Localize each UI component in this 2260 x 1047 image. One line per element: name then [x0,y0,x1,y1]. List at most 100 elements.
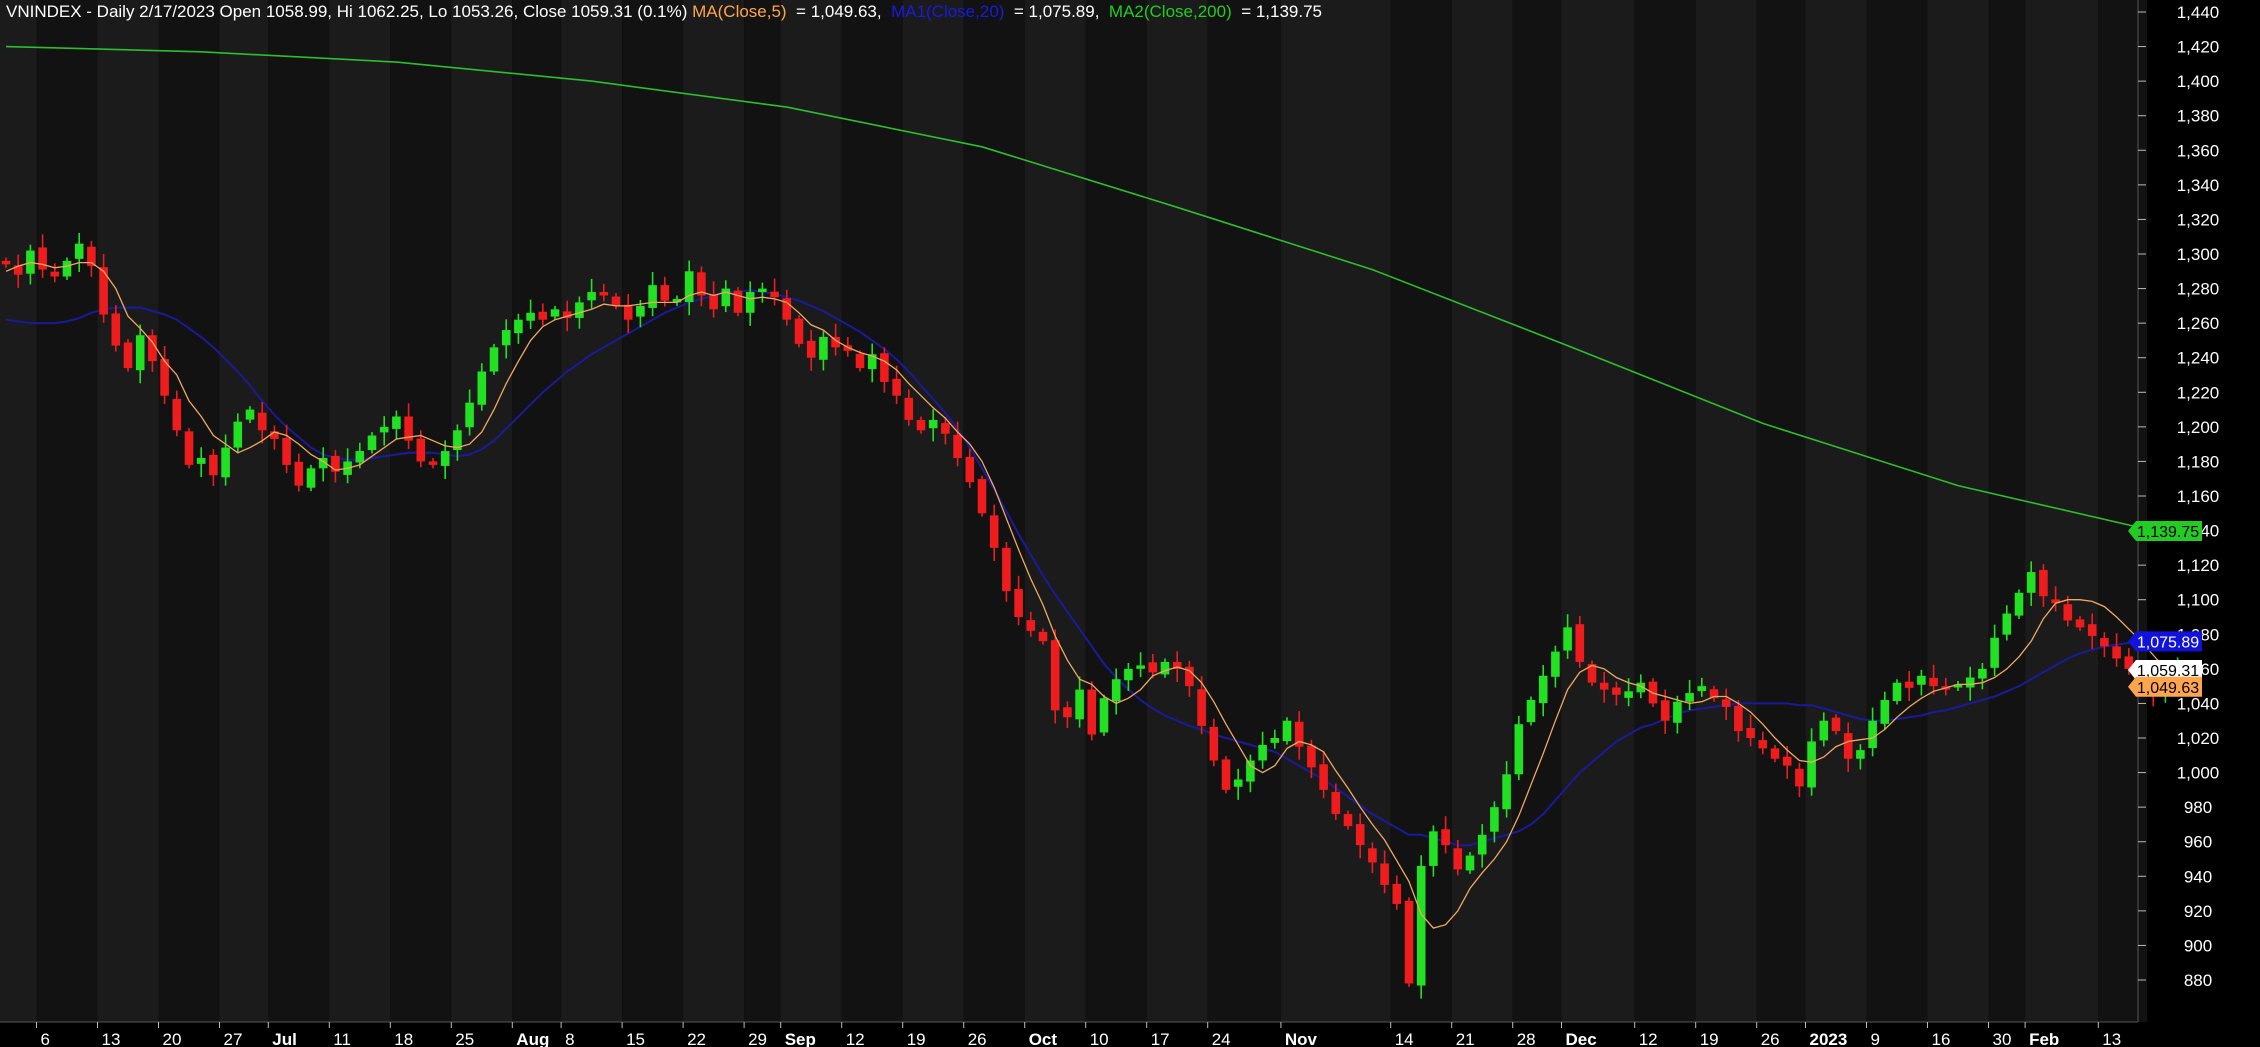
candle-down [282,437,291,465]
period-band [268,0,330,1022]
candle-down [1307,745,1316,768]
x-tick-label: 13 [2102,1030,2121,1047]
x-tick-label: 9 [1871,1030,1880,1047]
y-tick-label: 1,220 [2177,383,2220,402]
candle-up [1429,831,1438,866]
x-tick-label: 12 [1639,1030,1658,1047]
x-tick-label: 19 [1700,1030,1719,1047]
y-tick-label: 1,440 [2177,3,2220,22]
candle-down [1343,814,1353,827]
candle-down [38,247,47,270]
candle-down [2075,619,2085,628]
candle-down [1575,624,1585,662]
x-tick-label: 18 [394,1030,413,1047]
candle-up [440,451,450,466]
period-band [744,0,781,1022]
y-tick-label: 1,420 [2177,38,2220,57]
candle-down [1795,768,1804,787]
period-band [780,0,842,1022]
period-band [561,0,623,1022]
x-tick-label: Sep [785,1030,816,1047]
period-band [1634,0,1696,1022]
period-band [1756,0,1806,1022]
y-tick-label: 1,000 [2177,764,2220,783]
price-tag-label: 1,075.89 [2137,634,2199,651]
candle-up [819,336,828,360]
candle-up [550,309,560,317]
candle-down [257,412,267,431]
y-tick-label: 940 [2184,867,2212,886]
candle-up [1258,744,1267,761]
candle-down [599,292,609,296]
candlestick-chart[interactable]: 8809009209409609801,0001,0201,0401,0601,… [0,0,2260,1047]
x-tick-label: 14 [1395,1030,1414,1047]
candle-up [1490,807,1499,832]
y-tick-label: 1,300 [2177,245,2220,264]
period-band [1146,0,1208,1022]
candle-down [1380,863,1389,885]
candle-down [538,311,548,320]
candle-down [1014,588,1023,617]
candle-down [1209,726,1219,761]
period-band [902,0,964,1022]
candle-down [2039,569,2048,597]
candle-up [221,447,230,478]
period-band [1207,0,1281,1022]
x-tick-label: 15 [626,1030,645,1047]
period-band [2098,0,2148,1022]
candle-down [1453,848,1463,870]
candle-up [465,402,474,428]
x-tick-label: 30 [1993,1030,2012,1047]
candle-up [1246,760,1255,782]
y-tick-label: 960 [2184,833,2212,852]
candle-down [1197,689,1206,726]
candle-down [1441,829,1450,846]
period-band [0,0,37,1022]
candle-down [977,479,987,514]
candle-up [477,371,487,405]
y-tick-label: 1,380 [2177,107,2220,126]
candle-down [2112,646,2121,659]
candle-up [2014,592,2024,616]
candle-up [514,319,523,334]
candle-up [1880,699,1890,724]
x-tick-label: 16 [1932,1030,1951,1047]
period-band [97,0,159,1022]
y-tick-label: 1,020 [2177,729,2220,748]
x-tick-label: 8 [565,1030,574,1047]
period-band [451,0,513,1022]
candle-up [1892,682,1902,702]
candle-down [1026,620,1036,631]
candle-down [428,461,438,465]
candle-up [1807,741,1816,788]
y-tick-label: 980 [2184,798,2212,817]
candle-down [1746,727,1755,738]
candle-up [1136,665,1145,669]
symbol-info: VNINDEX - Daily 2/17/2023 Open 1058.99, … [6,2,687,21]
candle-down [1782,756,1792,766]
ma200-value: = 1,139.75 [1236,2,1322,21]
candle-up [1465,855,1475,871]
x-tick-label: Feb [2029,1030,2059,1047]
candle-up [1075,689,1084,720]
candle-up [1819,720,1829,741]
candle-down [1770,748,1780,759]
candle-down [1355,824,1365,846]
candle-down [1148,662,1158,673]
y-tick-label: 900 [2184,936,2212,955]
ma5-price-tag: 1,049.63 [2128,676,2202,697]
candle-down [99,267,108,315]
candle-up [306,468,316,488]
period-band [1927,0,1989,1022]
candle-up [2026,572,2036,593]
candle-down [855,353,865,369]
y-tick-label: 1,200 [2177,418,2220,437]
ma5-value: = 1,049.63, [791,2,886,21]
candle-down [1221,759,1231,790]
period-band [2025,0,2099,1022]
x-tick-label: 20 [163,1030,182,1047]
period-band [390,0,452,1022]
candle-up [1697,686,1707,691]
candle-up [526,312,535,321]
candle-up [636,305,645,317]
